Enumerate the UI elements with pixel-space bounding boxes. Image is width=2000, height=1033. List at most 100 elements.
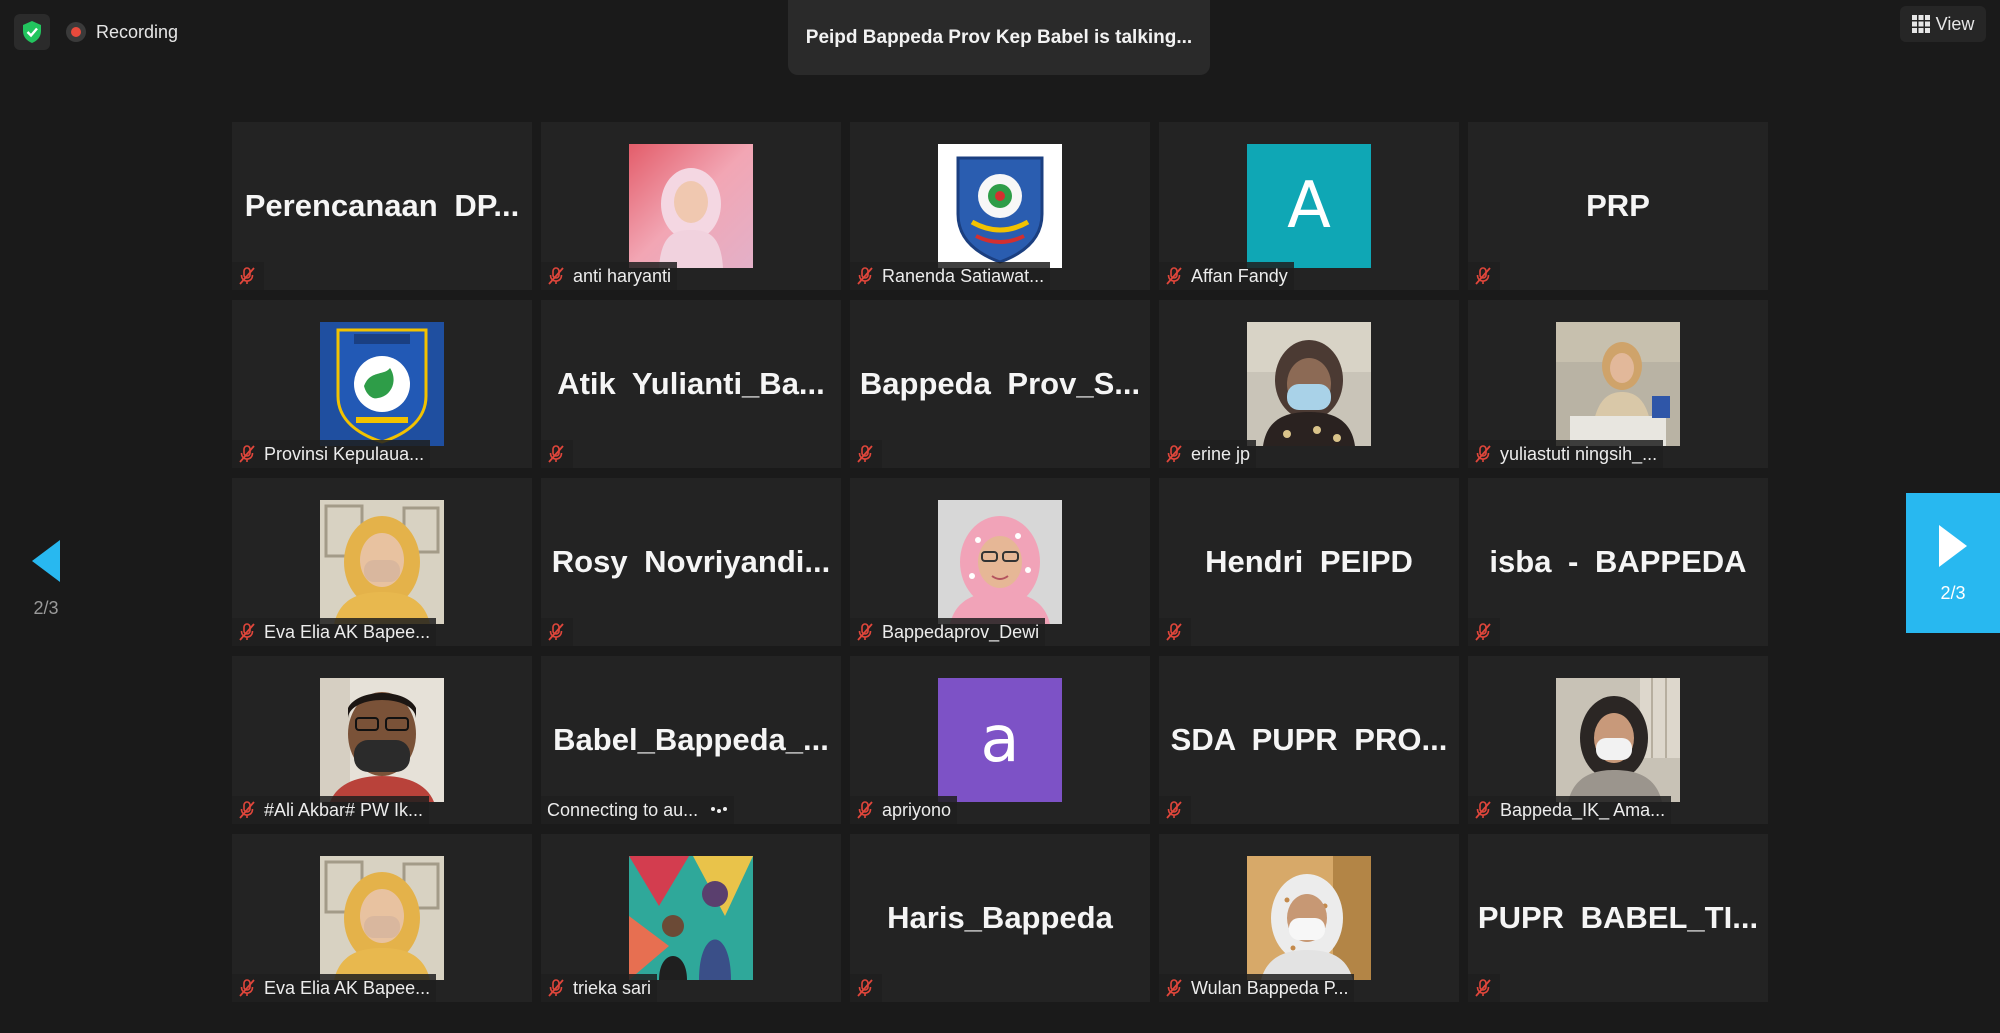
participant-tile[interactable]: Bappedaprov_Dewi bbox=[850, 478, 1150, 646]
participant-name: Wulan Bappeda P... bbox=[1191, 977, 1349, 998]
participant-tile[interactable]: PRP bbox=[1468, 122, 1768, 290]
participant-tile[interactable]: Provinsi Kepulaua... bbox=[232, 300, 532, 468]
profile-photo bbox=[320, 856, 444, 980]
participant-name: trieka sari bbox=[573, 977, 652, 998]
participant-tile[interactable]: Bappeda Prov_S... bbox=[850, 300, 1150, 468]
participant-tile[interactable]: PUPR BABEL_TI... bbox=[1468, 834, 1768, 1002]
mic-muted-icon bbox=[1472, 443, 1494, 465]
participant-tile[interactable]: #Ali Akbar# PW Ik... bbox=[232, 656, 532, 824]
participant-tile[interactable]: Wulan Bappeda P... bbox=[1159, 834, 1459, 1002]
participant-display-name: PRP bbox=[1586, 188, 1650, 223]
gallery-grid: Perencanaan DP... anti haryanti Ranenda Sa… bbox=[232, 122, 1768, 1002]
mic-muted-icon bbox=[545, 265, 567, 287]
profile-photo bbox=[1556, 678, 1680, 802]
participant-name: Bappeda_IK_ Ama... bbox=[1500, 799, 1666, 820]
security-shield-icon[interactable] bbox=[14, 14, 50, 50]
mic-muted-icon bbox=[1163, 799, 1185, 821]
participant-tile[interactable]: Bappeda_IK_ Ama... bbox=[1468, 656, 1768, 824]
participant-tile[interactable]: erine jp bbox=[1159, 300, 1459, 468]
mic-muted-icon bbox=[854, 621, 876, 643]
recording-label: Recording bbox=[96, 21, 179, 42]
participant-tile[interactable]: Ranenda Satiawat... bbox=[850, 122, 1150, 290]
name-label: Ranenda Satiawat... bbox=[850, 262, 1051, 290]
name-label: Eva Elia AK Bapee... bbox=[232, 974, 437, 1002]
participant-tile[interactable]: Rosy Novriyandi... bbox=[541, 478, 841, 646]
participant-display-name: Hendri PEIPD bbox=[1205, 544, 1413, 579]
participant-display-name: Babel_Bappeda_... bbox=[553, 722, 829, 757]
name-label: Affan Fandy bbox=[1159, 262, 1294, 290]
name-label: Bappeda_IK_ Ama... bbox=[1468, 796, 1672, 824]
name-label bbox=[541, 440, 573, 468]
participant-tile[interactable]: Eva Elia AK Bapee... bbox=[232, 834, 532, 1002]
name-label: Eva Elia AK Bapee... bbox=[232, 618, 437, 646]
participant-tile[interactable]: A Affan Fandy bbox=[1159, 122, 1459, 290]
profile-photo bbox=[629, 856, 753, 980]
participant-tile[interactable]: SDA PUPR PRO... bbox=[1159, 656, 1459, 824]
profile-photo bbox=[320, 678, 444, 802]
participant-tile[interactable]: anti haryanti bbox=[541, 122, 841, 290]
mic-muted-icon bbox=[1472, 265, 1494, 287]
mic-muted-icon bbox=[854, 977, 876, 999]
mic-muted-icon bbox=[1472, 977, 1494, 999]
participant-name: Ranenda Satiawat... bbox=[882, 265, 1045, 286]
avatar-letter: A bbox=[1247, 144, 1371, 268]
participant-tile[interactable]: Perencanaan DP... bbox=[232, 122, 532, 290]
letter-avatar: a bbox=[938, 678, 1062, 802]
view-button[interactable]: View bbox=[1900, 6, 1986, 42]
participant-name: anti haryanti bbox=[573, 265, 672, 286]
participant-tile[interactable]: isba - BAPPEDA bbox=[1468, 478, 1768, 646]
participant-tile[interactable]: yuliastuti ningsih_... bbox=[1468, 300, 1768, 468]
next-page-indicator: 2/3 bbox=[1940, 582, 1966, 603]
participant-name: Bappedaprov_Dewi bbox=[882, 621, 1040, 642]
connecting-dots-icon bbox=[710, 800, 728, 821]
mic-muted-icon bbox=[236, 265, 258, 287]
participant-tile[interactable]: Eva Elia AK Bapee... bbox=[232, 478, 532, 646]
recording-indicator[interactable]: Recording bbox=[66, 16, 178, 48]
arrow-left-icon bbox=[32, 540, 60, 582]
name-label bbox=[1468, 974, 1500, 1002]
participant-name: #Ali Akbar# PW Ik... bbox=[264, 799, 424, 820]
participant-display-name: Haris_Bappeda bbox=[887, 900, 1113, 935]
profile-photo bbox=[1247, 322, 1371, 446]
name-label: #Ali Akbar# PW Ik... bbox=[232, 796, 430, 824]
participant-display-name: SDA PUPR PRO... bbox=[1170, 722, 1448, 757]
name-label: apriyono bbox=[850, 796, 958, 824]
participant-display-name: PUPR BABEL_TI... bbox=[1477, 900, 1759, 935]
name-label bbox=[541, 618, 573, 646]
participant-tile[interactable]: Atik Yulianti_Ba... bbox=[541, 300, 841, 468]
previous-page-button[interactable]: 2/3 bbox=[26, 538, 66, 628]
next-page-button[interactable]: 2/3 bbox=[1906, 493, 2000, 633]
name-label bbox=[232, 262, 264, 290]
name-label: Wulan Bappeda P... bbox=[1159, 974, 1355, 1002]
participant-tile[interactable]: trieka sari bbox=[541, 834, 841, 1002]
name-label: erine jp bbox=[1159, 440, 1257, 468]
name-label bbox=[850, 974, 882, 1002]
profile-photo bbox=[1556, 322, 1680, 446]
mic-muted-icon bbox=[236, 621, 258, 643]
name-label bbox=[850, 440, 882, 468]
mic-muted-icon bbox=[545, 977, 567, 999]
mic-muted-icon bbox=[545, 621, 567, 643]
participant-tile[interactable]: Hendri PEIPD bbox=[1159, 478, 1459, 646]
letter-avatar: A bbox=[1247, 144, 1371, 268]
mic-muted-icon bbox=[854, 265, 876, 287]
mic-muted-icon bbox=[1472, 799, 1494, 821]
mic-muted-icon bbox=[1163, 977, 1185, 999]
profile-photo bbox=[629, 144, 753, 268]
participant-name: apriyono bbox=[882, 799, 952, 820]
participant-tile[interactable]: Babel_Bappeda_... Connecting to au... bbox=[541, 656, 841, 824]
profile-photo bbox=[1247, 856, 1371, 980]
participant-name: Eva Elia AK Bapee... bbox=[264, 977, 431, 998]
mic-muted-icon bbox=[854, 799, 876, 821]
mic-muted-icon bbox=[236, 443, 258, 465]
participant-name: Affan Fandy bbox=[1191, 265, 1288, 286]
participant-display-name: Rosy Novriyandi... bbox=[551, 544, 831, 579]
logo-image bbox=[938, 144, 1062, 268]
participant-tile[interactable]: Haris_Bappeda bbox=[850, 834, 1150, 1002]
profile-photo bbox=[938, 500, 1062, 624]
participant-tile[interactable]: a apriyono bbox=[850, 656, 1150, 824]
name-label: Provinsi Kepulaua... bbox=[232, 440, 431, 468]
mic-muted-icon bbox=[1163, 443, 1185, 465]
name-label bbox=[1159, 618, 1191, 646]
avatar-letter: a bbox=[938, 678, 1062, 802]
